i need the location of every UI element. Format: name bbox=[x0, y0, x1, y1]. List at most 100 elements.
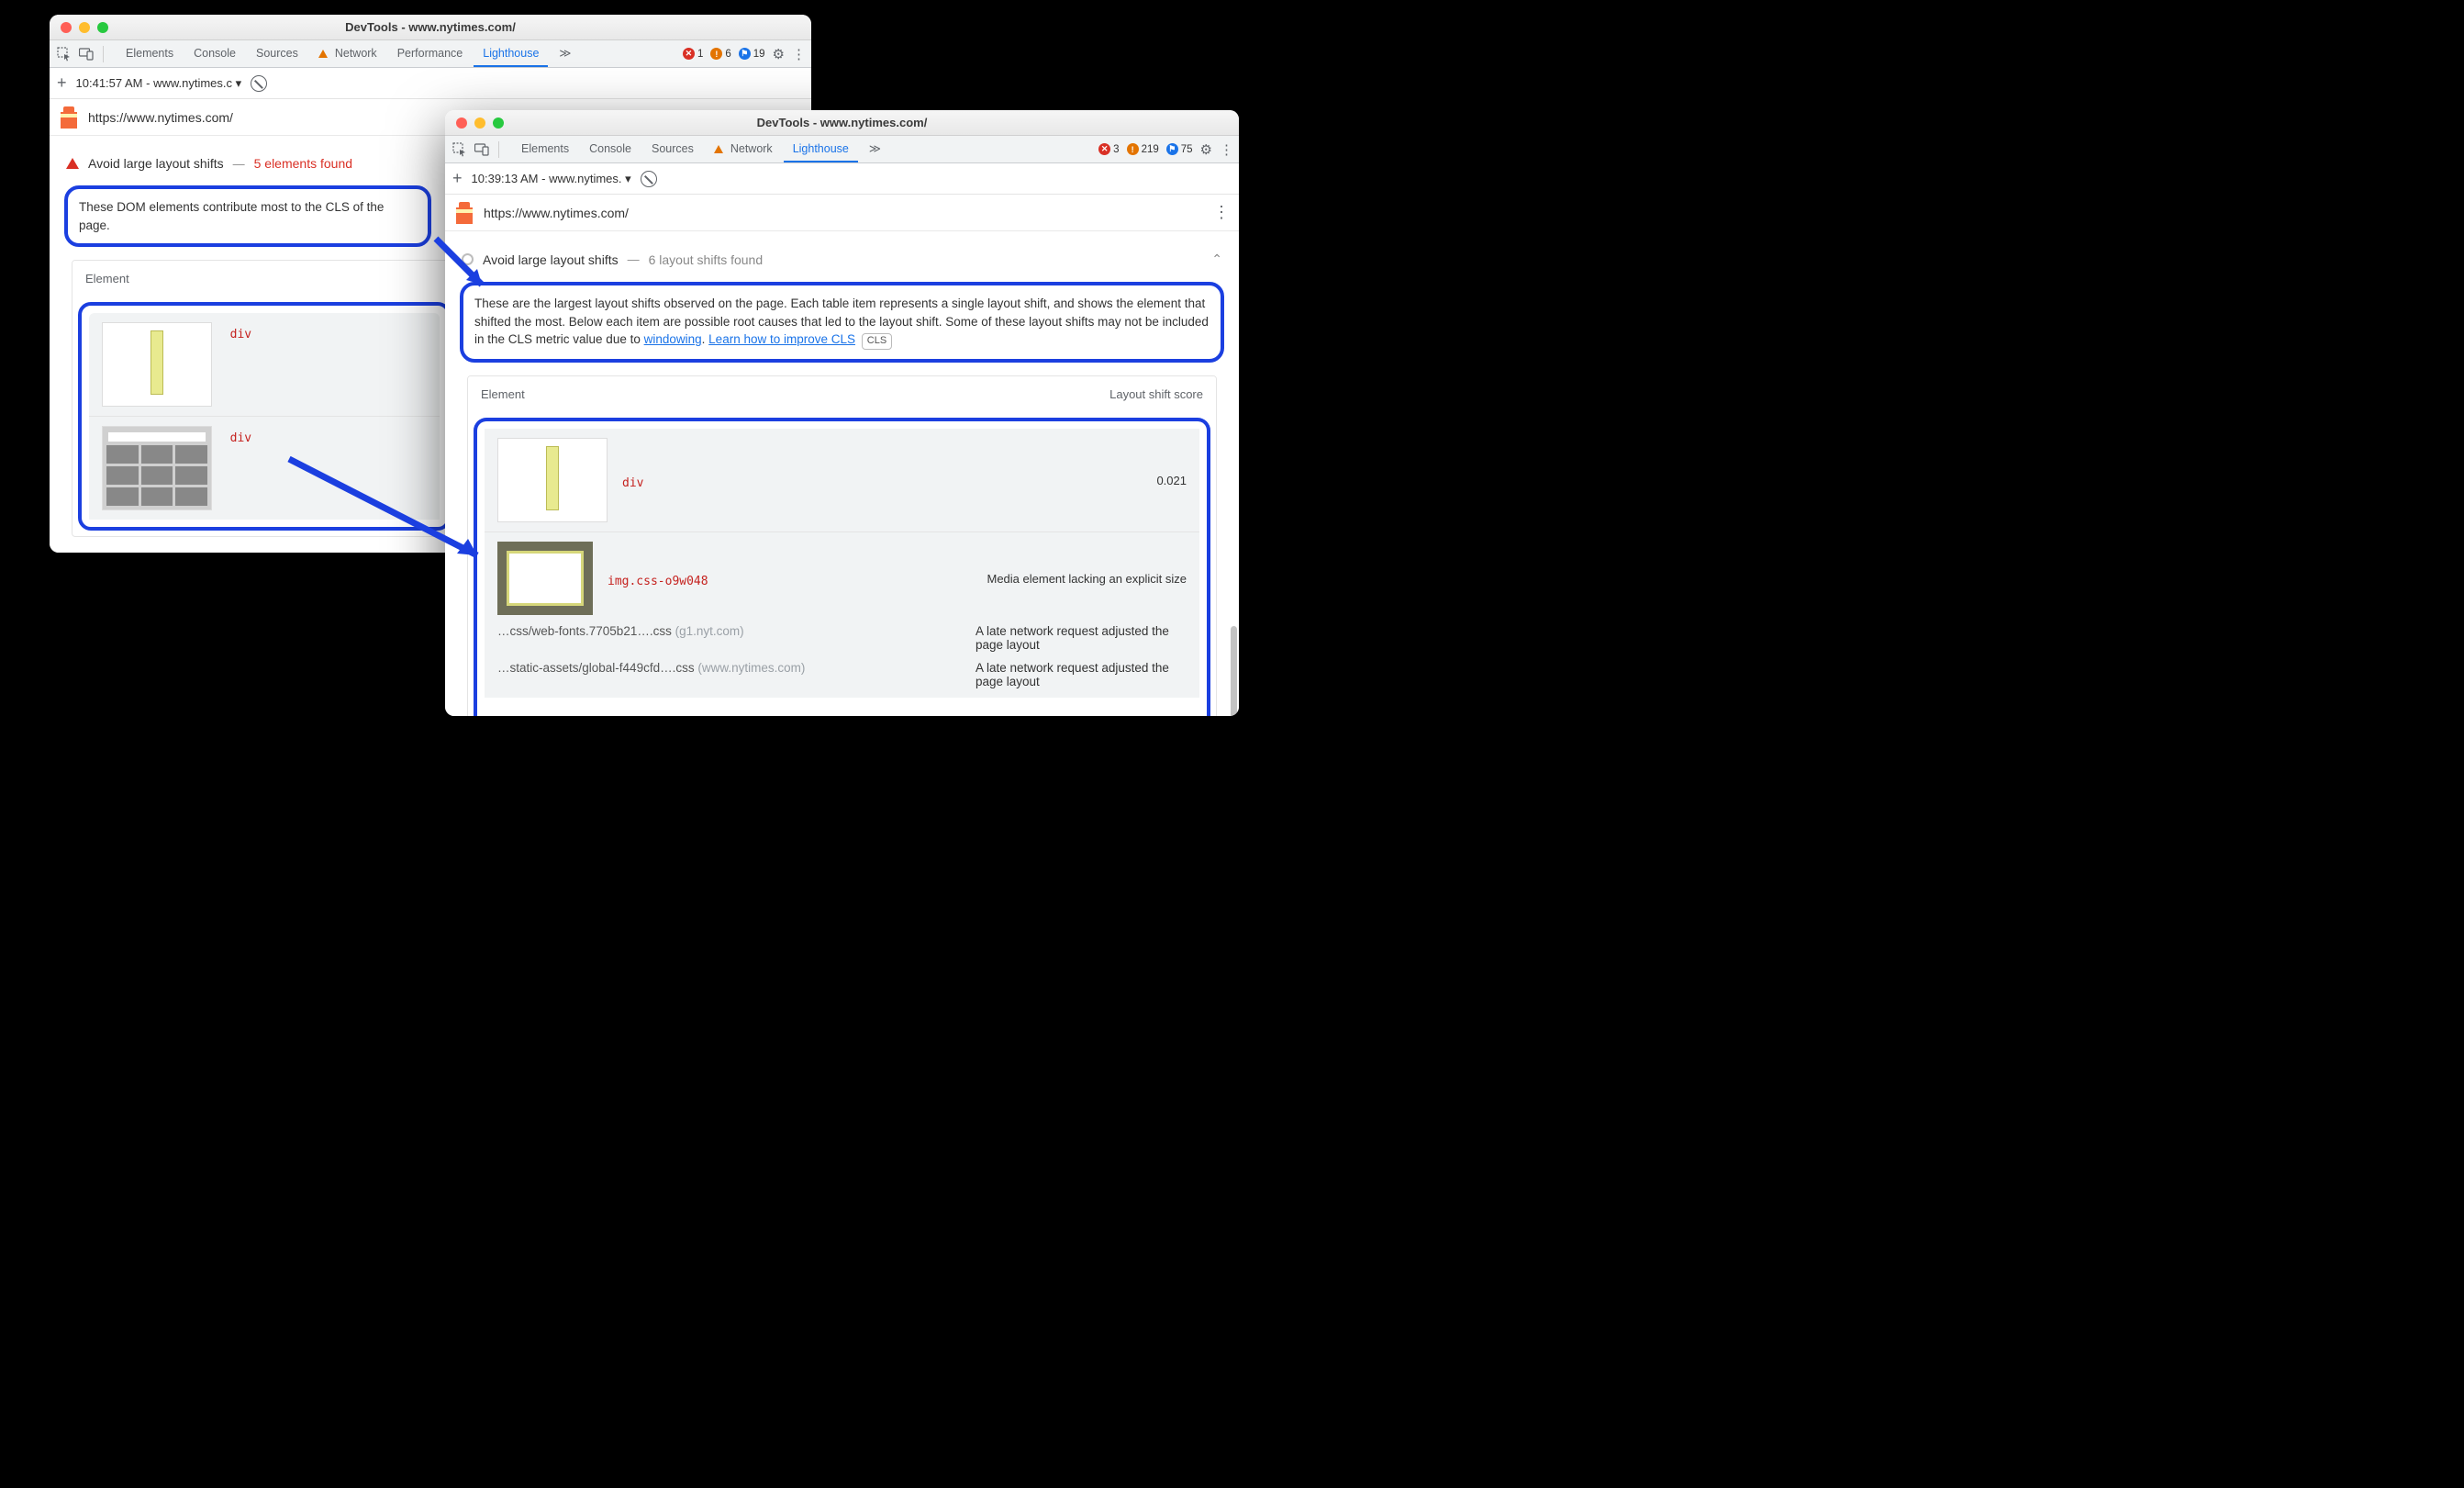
more-icon[interactable]: ⋮ bbox=[1220, 141, 1233, 158]
run-select[interactable]: 10:41:57 AM - www.nytimes.c ▾ bbox=[76, 76, 242, 91]
titlebar[interactable]: DevTools - www.nytimes.com/ bbox=[50, 15, 811, 40]
clear-icon[interactable] bbox=[641, 171, 657, 187]
chevron-up-icon: ⌃ bbox=[1211, 252, 1222, 267]
element-thumbnail bbox=[102, 426, 212, 510]
element-code: div bbox=[230, 328, 251, 341]
issues-count: 75 bbox=[1181, 144, 1193, 155]
lighthouse-run-bar: + 10:41:57 AM - www.nytimes.c ▾ bbox=[50, 68, 811, 99]
more-icon[interactable]: ⋮ bbox=[792, 46, 806, 62]
cause-note: A late network request adjusted the page… bbox=[976, 661, 1187, 688]
devtools-window-b: DevTools - www.nytimes.com/ Elements Con… bbox=[445, 110, 1239, 716]
elements-callout: div div bbox=[78, 302, 451, 531]
errors-badge[interactable]: ✕3 bbox=[1098, 143, 1119, 155]
dash: — bbox=[628, 252, 640, 266]
tab-sources[interactable]: Sources bbox=[247, 41, 307, 67]
devtools-tabbar: Elements Console Sources Network Lightho… bbox=[445, 136, 1239, 163]
table-row[interactable]: div bbox=[89, 416, 440, 520]
element-thumbnail bbox=[102, 322, 212, 407]
divider bbox=[103, 46, 104, 62]
audit-title: Avoid large layout shifts bbox=[483, 252, 619, 267]
inspect-icon[interactable] bbox=[55, 45, 73, 63]
add-icon[interactable]: + bbox=[452, 169, 463, 188]
warnings-count: 219 bbox=[1142, 144, 1159, 155]
zoom-icon[interactable] bbox=[97, 22, 108, 33]
elements-table: Element Layout shift score div 0.021 img… bbox=[467, 375, 1217, 716]
audit-description: These DOM elements contribute most to th… bbox=[79, 198, 417, 234]
tab-network[interactable]: Network bbox=[705, 137, 782, 162]
device-toggle-icon[interactable] bbox=[77, 45, 95, 63]
score-value: 0.021 bbox=[1156, 474, 1187, 487]
inspect-icon[interactable] bbox=[451, 140, 469, 159]
tab-performance[interactable]: Performance bbox=[388, 41, 473, 67]
tab-elements[interactable]: Elements bbox=[512, 137, 578, 162]
col-element: Element bbox=[481, 387, 525, 401]
tab-network-label: Network bbox=[730, 142, 773, 155]
device-toggle-icon[interactable] bbox=[473, 140, 491, 159]
gear-icon[interactable]: ⚙ bbox=[1200, 141, 1212, 158]
tabs-overflow-icon[interactable]: ≫ bbox=[860, 136, 890, 162]
url-bar: https://www.nytimes.com/ ⋮ bbox=[445, 195, 1239, 231]
minimize-icon[interactable] bbox=[474, 117, 485, 129]
tab-lighthouse[interactable]: Lighthouse bbox=[474, 41, 548, 67]
tab-sources[interactable]: Sources bbox=[642, 137, 703, 162]
run-select[interactable]: 10:39:13 AM - www.nytimes. ▾ bbox=[472, 172, 631, 186]
audit-description-callout: These DOM elements contribute most to th… bbox=[64, 185, 431, 247]
lighthouse-icon bbox=[454, 202, 474, 224]
errors-badge[interactable]: ✕1 bbox=[683, 48, 703, 60]
table-header: Element bbox=[72, 261, 456, 296]
audit-subtext: 6 layout shifts found bbox=[649, 252, 764, 267]
window-title: DevTools - www.nytimes.com/ bbox=[445, 116, 1239, 129]
cause-domain: (www.nytimes.com) bbox=[697, 661, 805, 675]
table-row[interactable]: div bbox=[89, 313, 440, 416]
warnings-badge[interactable]: !219 bbox=[1127, 143, 1159, 155]
lighthouse-icon bbox=[59, 106, 79, 129]
clear-icon[interactable] bbox=[251, 75, 267, 92]
scrollbar[interactable] bbox=[1231, 626, 1237, 716]
audit-item[interactable]: Avoid large layout shifts — 6 layout shi… bbox=[458, 246, 1226, 273]
devtools-tabbar: Elements Console Sources Network Perform… bbox=[50, 40, 811, 68]
traffic-lights bbox=[456, 117, 504, 129]
minimize-icon[interactable] bbox=[79, 22, 90, 33]
link-learn-cls[interactable]: Learn how to improve CLS bbox=[708, 332, 855, 346]
close-icon[interactable] bbox=[61, 22, 72, 33]
cause-domain: (g1.nyt.com) bbox=[675, 624, 744, 638]
element-thumbnail bbox=[497, 542, 593, 615]
table-row[interactable]: img.css-o9w048 Media element lacking an … bbox=[485, 531, 1199, 698]
tab-network-label: Network bbox=[335, 47, 377, 60]
tab-elements[interactable]: Elements bbox=[117, 41, 183, 67]
audit-description-callout: These are the largest layout shifts obse… bbox=[460, 282, 1224, 363]
issues-badge[interactable]: ⚑75 bbox=[1166, 143, 1193, 155]
divider bbox=[498, 141, 499, 158]
errors-count: 1 bbox=[697, 49, 703, 60]
chevron-down-icon: ▾ bbox=[625, 172, 631, 185]
chevron-down-icon: ▾ bbox=[236, 76, 242, 90]
warning-icon bbox=[66, 158, 79, 169]
tab-console[interactable]: Console bbox=[580, 137, 641, 162]
link-windowing[interactable]: windowing bbox=[644, 332, 702, 346]
table-row[interactable]: div 0.021 bbox=[485, 429, 1199, 531]
url-text: https://www.nytimes.com/ bbox=[484, 206, 629, 220]
tab-console[interactable]: Console bbox=[184, 41, 245, 67]
cause-note: A late network request adjusted the page… bbox=[976, 624, 1187, 652]
tab-lighthouse[interactable]: Lighthouse bbox=[784, 137, 858, 162]
more-icon[interactable]: ⋮ bbox=[1213, 203, 1230, 222]
elements-table: Element div div bbox=[72, 260, 457, 537]
zoom-icon[interactable] bbox=[493, 117, 504, 129]
warnings-badge[interactable]: !6 bbox=[710, 48, 730, 60]
tab-network[interactable]: Network bbox=[309, 41, 386, 67]
cls-tag: CLS bbox=[862, 333, 892, 350]
run-label: 10:41:57 AM - www.nytimes.c bbox=[76, 76, 233, 90]
audit-description: These are the largest layout shifts obse… bbox=[474, 295, 1210, 350]
issues-count: 19 bbox=[753, 49, 765, 60]
col-score: Layout shift score bbox=[1109, 387, 1203, 401]
close-icon[interactable] bbox=[456, 117, 467, 129]
audit-subtext: 5 elements found bbox=[254, 156, 352, 171]
tabs-overflow-icon[interactable]: ≫ bbox=[550, 40, 580, 67]
titlebar[interactable]: DevTools - www.nytimes.com/ bbox=[445, 110, 1239, 136]
element-code: div bbox=[622, 476, 643, 490]
cause-row: …static-assets/global-f449cfd….css (www.… bbox=[497, 652, 1187, 688]
add-icon[interactable]: + bbox=[57, 73, 67, 93]
gear-icon[interactable]: ⚙ bbox=[773, 46, 785, 62]
cause-note: Media element lacking an explicit size bbox=[987, 572, 1187, 586]
issues-badge[interactable]: ⚑19 bbox=[739, 48, 765, 60]
